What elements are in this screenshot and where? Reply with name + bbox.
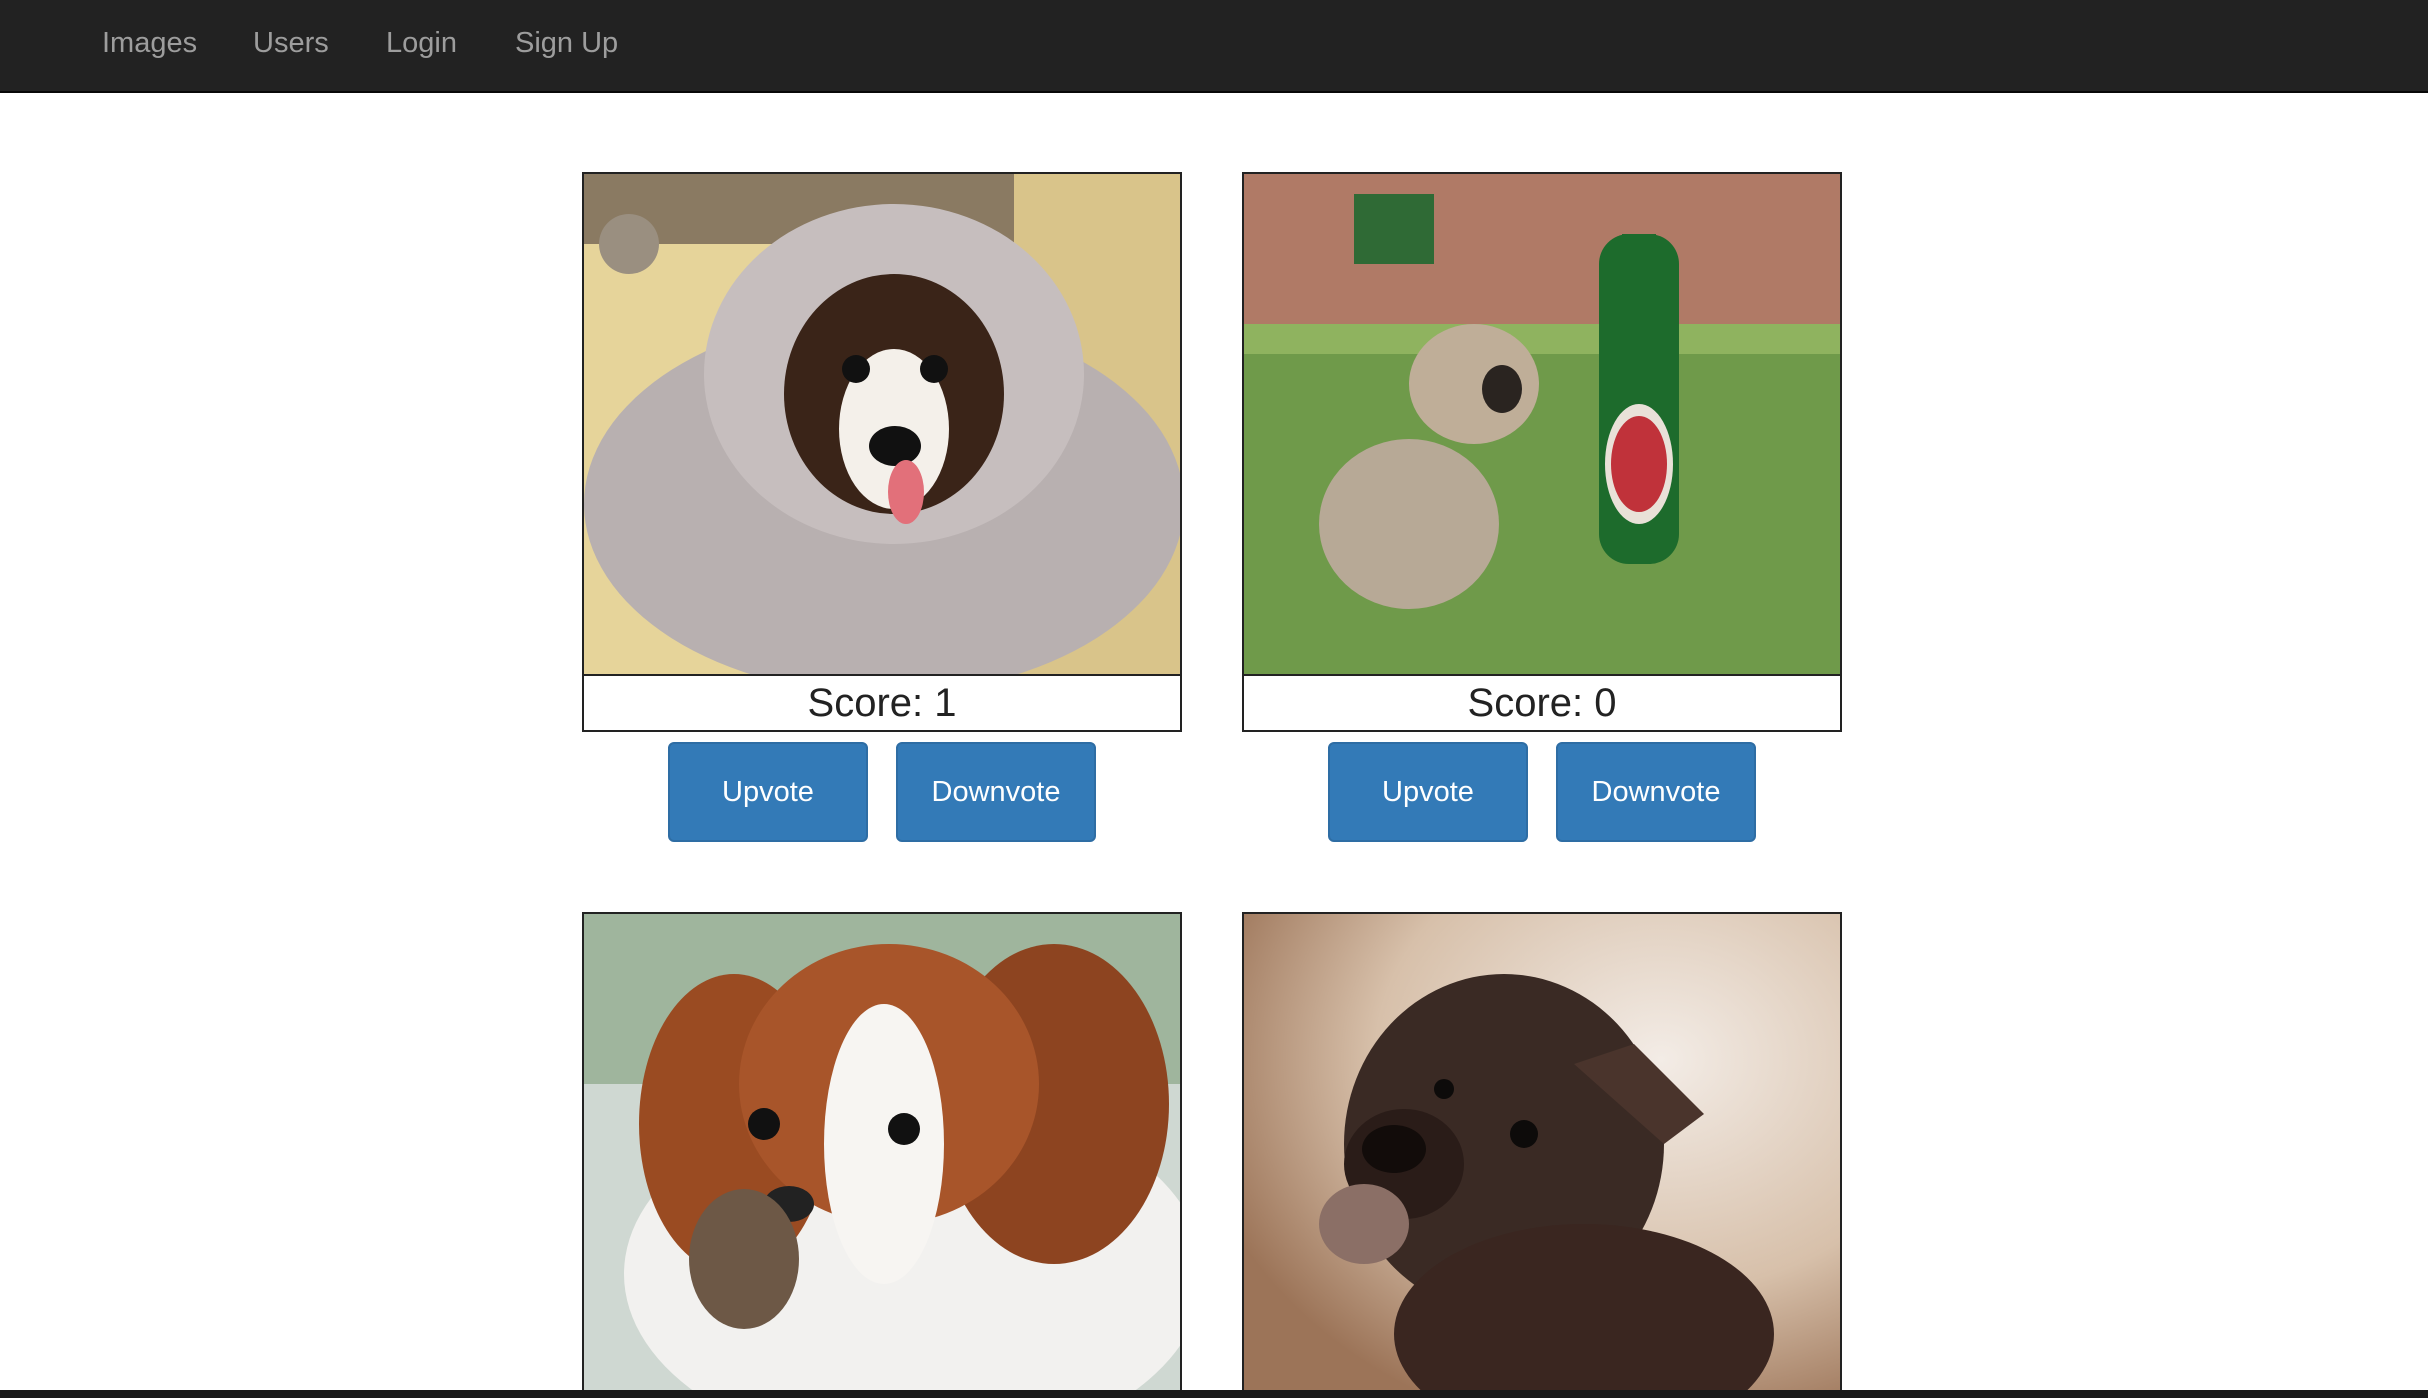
dog-photo-spaniel-pinecone xyxy=(584,914,1180,1398)
navbar: Images Users Login Sign Up xyxy=(0,0,2428,93)
nav-link-users[interactable]: Users xyxy=(253,25,329,61)
nav-link-login[interactable]: Login xyxy=(386,25,457,61)
downvote-button[interactable]: Downvote xyxy=(1556,742,1756,842)
nav-link-images[interactable]: Images xyxy=(102,25,197,61)
upvote-button[interactable]: Upvote xyxy=(1328,742,1528,842)
downvote-button[interactable]: Downvote xyxy=(896,742,1096,842)
image-card: Score: 0 xyxy=(1242,172,1842,732)
dog-photo-pug-beer xyxy=(1244,174,1840,676)
score-label: Score: 0 xyxy=(1467,681,1617,725)
image-card xyxy=(1242,912,1842,1398)
image-card xyxy=(582,912,1182,1398)
dog-photo-boxer xyxy=(1244,914,1840,1398)
score-label: Score: 1 xyxy=(807,681,957,725)
image-card: Score: 1 xyxy=(582,172,1182,732)
upvote-button[interactable]: Upvote xyxy=(668,742,868,842)
bottom-edge xyxy=(0,1390,2428,1398)
dog-photo-towel xyxy=(584,174,1180,676)
nav-link-signup[interactable]: Sign Up xyxy=(515,25,618,61)
